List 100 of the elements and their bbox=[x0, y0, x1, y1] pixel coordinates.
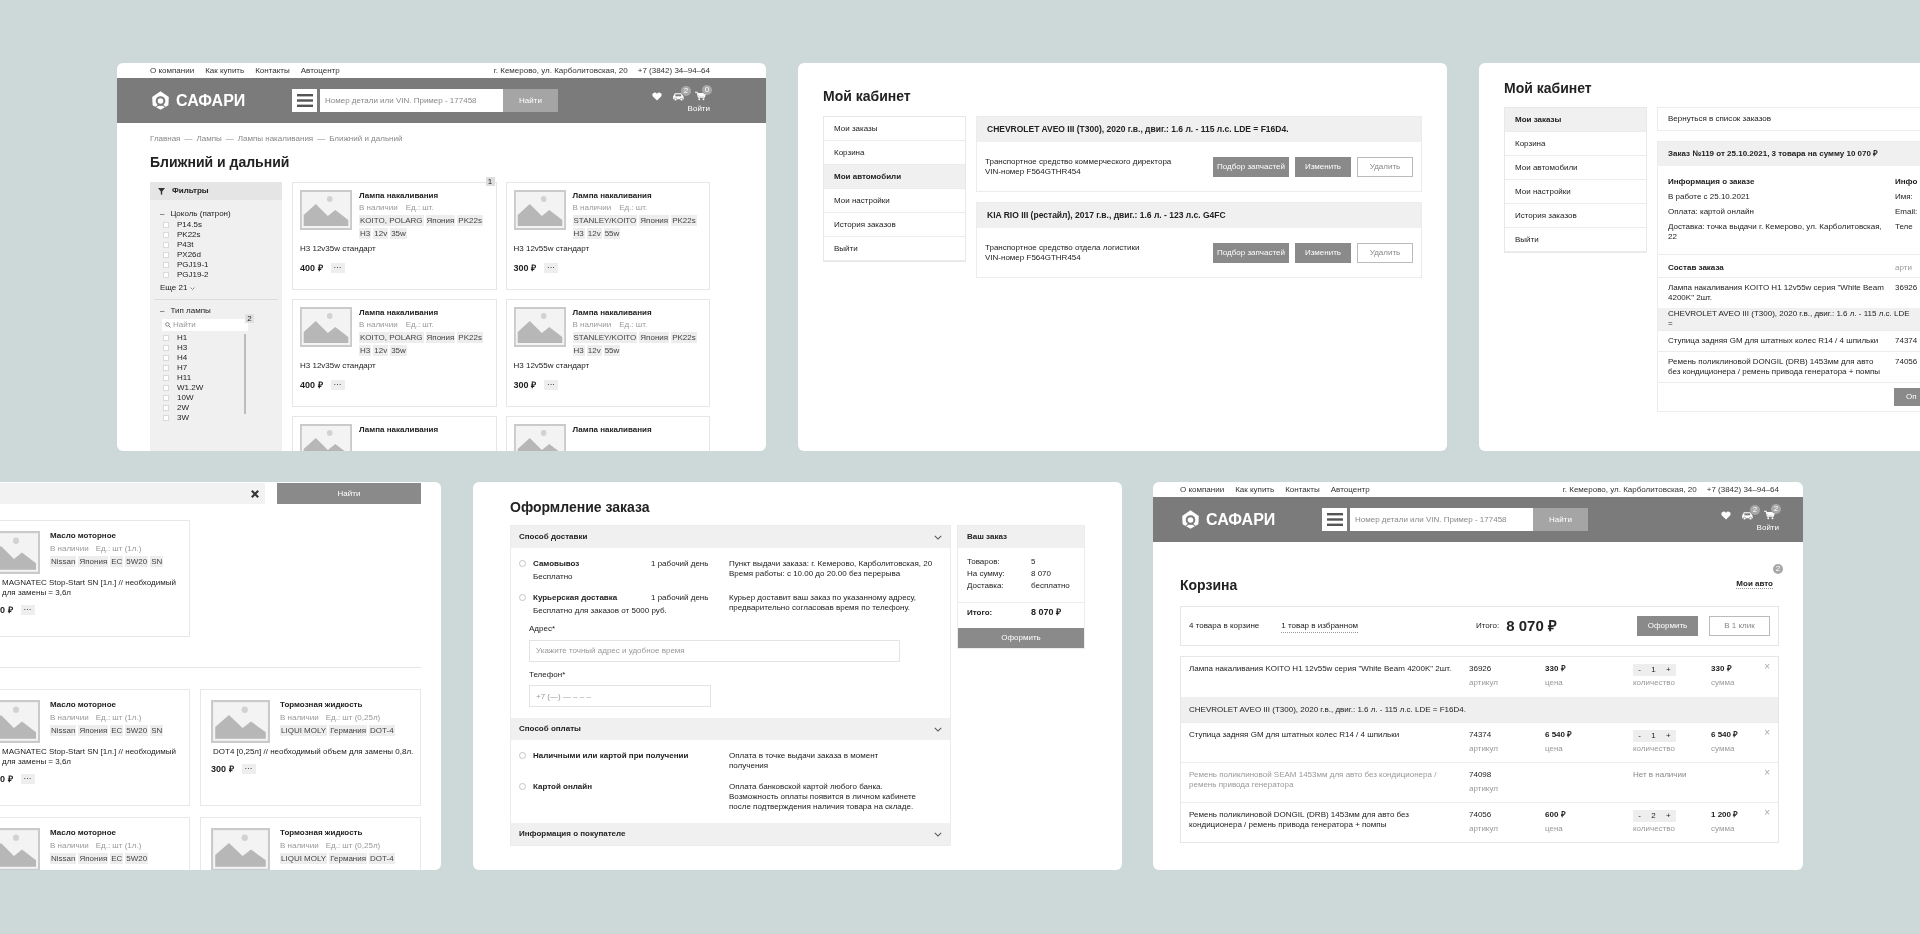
product-title[interactable]: Лампа накаливания bbox=[359, 308, 488, 318]
nav-link[interactable]: О компании bbox=[150, 65, 195, 76]
search-field[interactable]: Номер детали или VIN. Пример - 177458 bbox=[1350, 508, 1533, 531]
page-title: Мой кабинет bbox=[1504, 80, 1593, 96]
minus-button[interactable]: - bbox=[1638, 665, 1641, 675]
search-field[interactable]: Номер детали или VIN. Пример - 177458 bbox=[320, 89, 503, 112]
plus-button[interactable]: + bbox=[1666, 665, 1671, 675]
product-title[interactable]: Тормозная жидкость bbox=[280, 828, 420, 838]
plus-button[interactable]: + bbox=[1666, 811, 1671, 821]
checkbox[interactable] bbox=[163, 242, 169, 248]
checkbox[interactable] bbox=[163, 355, 169, 361]
column-label: количество bbox=[1633, 744, 1676, 754]
tag: H3 bbox=[572, 345, 585, 356]
close-icon[interactable] bbox=[251, 489, 259, 498]
tag: Япония bbox=[639, 215, 670, 226]
action-button[interactable]: В 1 клик bbox=[1709, 616, 1770, 636]
favorites-link[interactable]: 1 товар в избранном bbox=[1281, 619, 1359, 633]
tag: Германия bbox=[329, 725, 368, 736]
minus-button[interactable]: - bbox=[1638, 731, 1641, 741]
checkbox[interactable] bbox=[163, 385, 169, 391]
minus-button[interactable]: - bbox=[1638, 811, 1641, 821]
checkbox[interactable] bbox=[163, 252, 169, 258]
more-button[interactable]: ··· bbox=[241, 764, 256, 774]
section-header[interactable]: Способ оплаты bbox=[511, 718, 950, 740]
nav-link[interactable]: Контакты bbox=[1285, 484, 1320, 495]
cart-icon[interactable] bbox=[695, 91, 706, 101]
action-button[interactable]: Удалить bbox=[1357, 242, 1413, 263]
filter-search-field[interactable]: Найти bbox=[162, 319, 248, 331]
my-cars-link[interactable]: Мои авто bbox=[1736, 579, 1773, 589]
section-header[interactable]: Информация о покупателе bbox=[511, 823, 950, 845]
image-placeholder-icon bbox=[513, 190, 566, 230]
checkbox[interactable] bbox=[163, 232, 169, 238]
menu-button[interactable] bbox=[1322, 508, 1347, 531]
input-field[interactable]: Укажите точный адрес и удобное время bbox=[529, 639, 900, 662]
back-link[interactable]: Вернуться в список заказов bbox=[1668, 114, 1771, 124]
column-label: артикул bbox=[1469, 744, 1499, 754]
checkbox[interactable] bbox=[163, 395, 169, 401]
login-link[interactable]: Войти bbox=[687, 104, 710, 114]
nav-link[interactable]: Как купить bbox=[1235, 484, 1275, 495]
more-button[interactable]: ··· bbox=[330, 263, 345, 273]
product-title[interactable]: Лампа накаливания bbox=[572, 425, 652, 435]
checkbox[interactable] bbox=[163, 415, 169, 421]
checkbox[interactable] bbox=[163, 222, 169, 228]
product-title[interactable]: Лампа накаливания bbox=[359, 191, 488, 201]
breadcrumb-link[interactable]: Главная bbox=[150, 134, 181, 144]
product-title[interactable]: Масло моторное bbox=[50, 531, 170, 541]
more-button[interactable]: ··· bbox=[544, 380, 559, 390]
stock-status: Нет в наличии bbox=[1633, 770, 1687, 780]
nav-link[interactable]: О компании bbox=[1180, 484, 1225, 495]
nav-link[interactable]: Автоцентр bbox=[300, 65, 340, 76]
product-title[interactable]: Лампа накаливания bbox=[572, 308, 702, 318]
search-field[interactable] bbox=[0, 483, 265, 504]
product-title[interactable]: Лампа накаливания bbox=[359, 425, 439, 435]
option-label: H7 bbox=[177, 363, 188, 373]
checkbox[interactable] bbox=[163, 375, 169, 381]
show-more-link[interactable]: Еще 21 bbox=[160, 283, 196, 293]
count-badge: 0 bbox=[702, 85, 712, 95]
action-button[interactable]: Удалить bbox=[1357, 156, 1413, 177]
menu-item[interactable]: Мои автомобили bbox=[824, 165, 965, 189]
radio-button[interactable] bbox=[519, 783, 526, 790]
more-button[interactable]: ··· bbox=[330, 380, 345, 390]
product-title[interactable]: Масло моторное bbox=[50, 828, 170, 838]
nav-link[interactable]: Автоцентр bbox=[1330, 484, 1370, 495]
radio-button[interactable] bbox=[519, 752, 526, 759]
checkbox[interactable] bbox=[163, 365, 169, 371]
car-icon[interactable] bbox=[672, 91, 685, 101]
car-icon[interactable] bbox=[1741, 510, 1754, 520]
nav-link[interactable]: Как купить bbox=[205, 65, 245, 76]
checkbox[interactable] bbox=[163, 262, 169, 268]
section-header[interactable]: Способ доставки bbox=[511, 526, 950, 548]
collapse-toggle[interactable]: – bbox=[160, 306, 165, 316]
more-button[interactable]: ··· bbox=[20, 605, 35, 615]
breadcrumb-link[interactable]: Лампы накаливания bbox=[237, 134, 314, 144]
product-title[interactable]: Лампа накаливания bbox=[572, 191, 702, 201]
input-field[interactable]: +7 (—) — – – – bbox=[529, 685, 711, 707]
radio-button[interactable] bbox=[519, 560, 526, 567]
more-button[interactable]: ··· bbox=[20, 774, 35, 784]
menu-item[interactable]: Мои заказы bbox=[1505, 108, 1646, 132]
collapse-toggle[interactable]: – bbox=[160, 209, 165, 219]
summary-title: Ваш заказ bbox=[967, 532, 1007, 542]
heart-icon[interactable] bbox=[652, 91, 662, 101]
breadcrumb-link[interactable]: Лампы bbox=[196, 134, 222, 144]
tag: KOITO, POLARG bbox=[359, 215, 424, 226]
product-title[interactable]: Тормозная жидкость bbox=[280, 700, 420, 710]
filter-icon bbox=[158, 187, 165, 195]
checkbox[interactable] bbox=[163, 405, 169, 411]
checkbox[interactable] bbox=[163, 345, 169, 351]
more-button[interactable]: ··· bbox=[544, 263, 559, 273]
checkbox[interactable] bbox=[163, 272, 169, 278]
nav-link[interactable]: Контакты bbox=[255, 65, 290, 76]
checkbox[interactable] bbox=[163, 335, 169, 341]
radio-button[interactable] bbox=[519, 594, 526, 601]
info-line: Доставка: точка выдачи г. Кемерово, ул. Карболитовская, 22 bbox=[1668, 222, 1883, 242]
menu-button[interactable] bbox=[292, 89, 317, 112]
heart-icon[interactable] bbox=[1721, 510, 1731, 520]
breadcrumb-link[interactable]: Ближний и дальний bbox=[329, 134, 403, 144]
login-link[interactable]: Войти bbox=[1756, 523, 1779, 533]
cart-icon[interactable] bbox=[1764, 510, 1775, 520]
plus-button[interactable]: + bbox=[1666, 731, 1671, 741]
product-title[interactable]: Масло моторное bbox=[50, 700, 170, 710]
